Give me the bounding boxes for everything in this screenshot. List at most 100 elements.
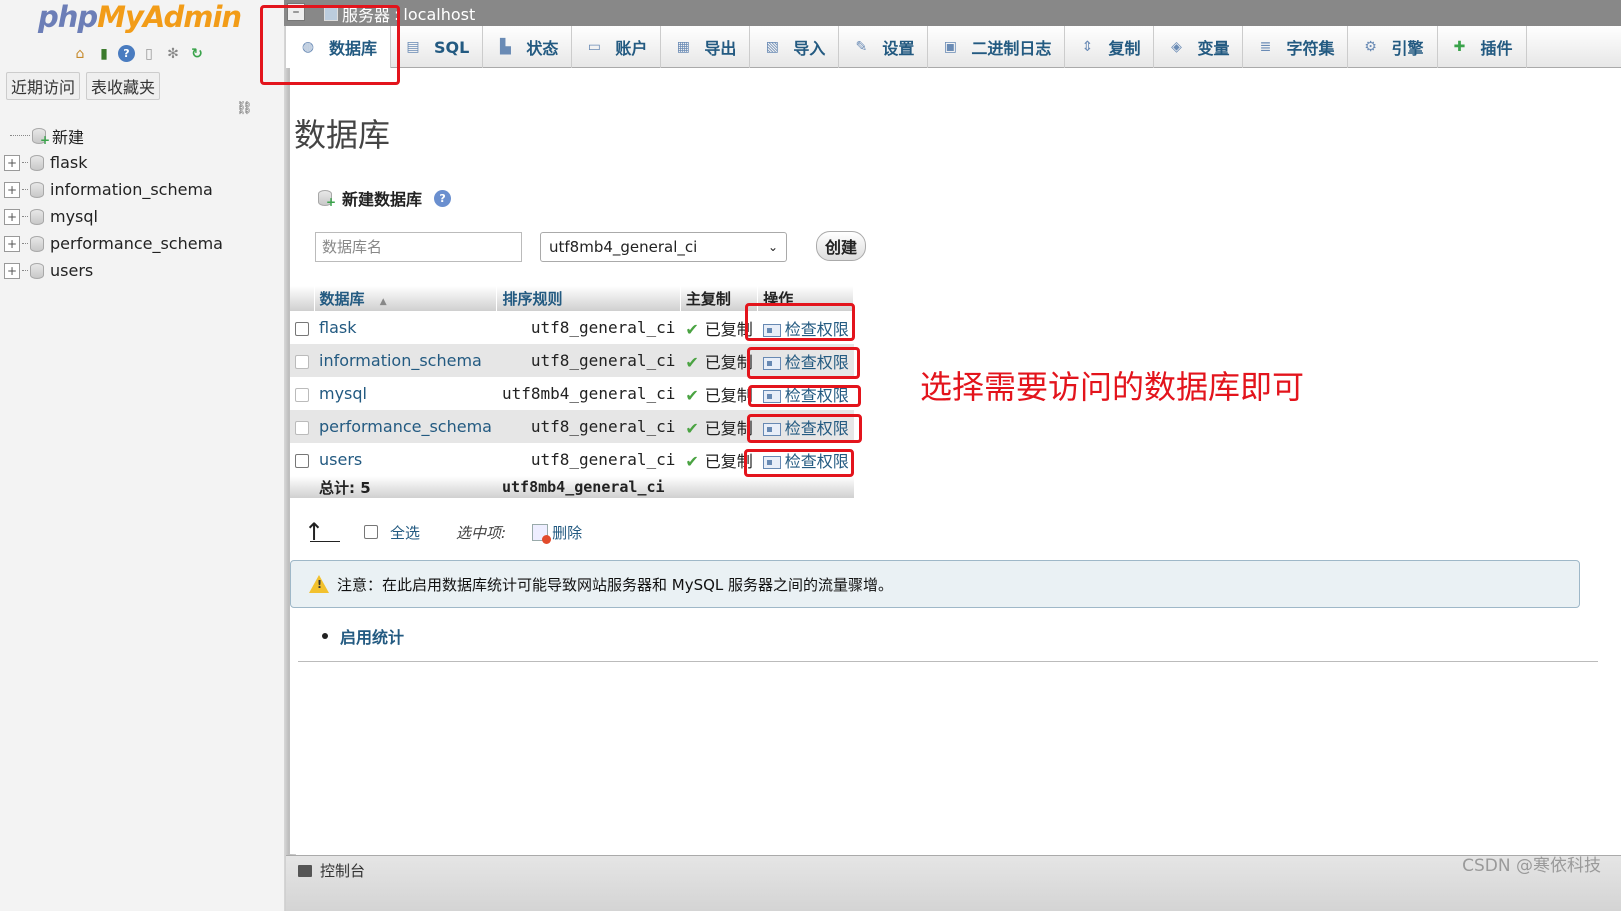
link-with-main-icon[interactable]: ⛓ bbox=[236, 101, 253, 116]
enable-statistics-link[interactable]: 启用统计 bbox=[340, 624, 404, 648]
binlog-icon: ▣ bbox=[943, 39, 958, 55]
tree-item-label[interactable]: users bbox=[50, 261, 93, 280]
accounts-icon: ▭ bbox=[587, 39, 601, 55]
tree-item-label[interactable]: performance_schema bbox=[50, 234, 223, 253]
create-database-heading: 新建数据库 ? bbox=[316, 186, 452, 210]
database-name-cell: users bbox=[314, 443, 497, 476]
help-icon[interactable]: ? bbox=[434, 189, 452, 207]
watermark: CSDN @寒依科技 bbox=[1462, 856, 1601, 876]
phpmyadmin-logo[interactable]: phpMyAdmin bbox=[38, 0, 242, 34]
expand-icon[interactable]: + bbox=[4, 235, 20, 252]
checkbox[interactable] bbox=[295, 321, 309, 336]
settings-icon[interactable]: ✻ bbox=[163, 45, 183, 63]
tree-connector bbox=[22, 243, 28, 244]
tree-item-label[interactable]: flask bbox=[50, 153, 87, 172]
database-name-cell: information_schema bbox=[314, 344, 497, 377]
tab-variables[interactable]: ◈ 变量 bbox=[1154, 26, 1244, 68]
select-all-checkbox[interactable] bbox=[364, 525, 378, 539]
status-icon: ▙ bbox=[499, 39, 511, 55]
row-checkbox[interactable] bbox=[290, 311, 314, 344]
recent-tab[interactable]: 近期访问 bbox=[6, 72, 81, 100]
collation-cell: utf8_general_ci bbox=[496, 344, 681, 377]
database-link[interactable]: flask bbox=[319, 318, 356, 337]
header-collation[interactable]: 排序规则 bbox=[496, 286, 681, 311]
tree-item-flask[interactable]: + flask bbox=[2, 149, 223, 176]
console-toggle[interactable]: 控制台 bbox=[298, 860, 365, 881]
bullet-icon bbox=[322, 633, 328, 639]
total-collation: utf8mb4_general_ci bbox=[496, 476, 681, 498]
divider bbox=[298, 661, 1598, 662]
tree-item-label[interactable]: mysql bbox=[50, 207, 98, 226]
engine-icon: ⚙ bbox=[1364, 39, 1377, 55]
database-icon bbox=[30, 208, 44, 225]
total-spacer bbox=[680, 476, 758, 498]
export-icon: ▦ bbox=[676, 39, 690, 55]
tree-item-label[interactable]: information_schema bbox=[50, 180, 213, 199]
delete-button[interactable]: 删除 bbox=[532, 522, 582, 544]
row-checkbox[interactable] bbox=[290, 410, 314, 443]
tab-replication[interactable]: ⇕ 复制 bbox=[1065, 26, 1155, 68]
tab-status[interactable]: ▙ 状态 bbox=[483, 26, 573, 68]
create-button[interactable]: 创建 bbox=[816, 231, 866, 261]
tab-accounts[interactable]: ▭ 账户 bbox=[572, 26, 662, 68]
collation-cell: utf8mb4_general_ci bbox=[496, 377, 681, 410]
expand-icon[interactable]: + bbox=[4, 181, 20, 198]
tree-connector bbox=[22, 162, 28, 163]
select-all-label[interactable]: 全选 bbox=[390, 522, 420, 543]
header-database[interactable]: 数据库 ▲ bbox=[314, 286, 498, 311]
total-spacer bbox=[290, 476, 314, 498]
tree-item-mysql[interactable]: + mysql bbox=[2, 203, 223, 230]
database-name-input[interactable] bbox=[315, 232, 522, 262]
sql-icon: ▤ bbox=[406, 39, 420, 55]
tab-settings[interactable]: ✎ 设置 bbox=[839, 26, 929, 68]
tree-item-users[interactable]: + users bbox=[2, 257, 223, 284]
annotation-text: 选择需要访问的数据库即可 bbox=[920, 368, 1305, 406]
tab-engines[interactable]: ⚙ 引擎 bbox=[1348, 26, 1438, 68]
tree-item-performance-schema[interactable]: + performance_schema bbox=[2, 230, 223, 257]
row-checkbox[interactable] bbox=[290, 344, 314, 377]
exit-icon[interactable]: ▮ bbox=[94, 45, 114, 63]
bulk-actions: ↑ 全选 选中项: 删除 bbox=[304, 518, 582, 546]
tree-item-new[interactable]: 新建 bbox=[2, 122, 223, 149]
server-breadcrumb-bar: – 服务器: localhost bbox=[284, 0, 1621, 26]
check-icon: ✔ bbox=[685, 451, 699, 471]
checkbox[interactable] bbox=[295, 453, 309, 468]
new-database-icon bbox=[32, 127, 50, 147]
sort-ascending-icon: ▲ bbox=[379, 297, 387, 307]
home-icon[interactable]: ⌂ bbox=[70, 45, 90, 63]
tab-binary-log[interactable]: ▣ 二进制日志 bbox=[928, 26, 1066, 68]
docs-icon[interactable]: ▯ bbox=[139, 45, 159, 63]
collation-select[interactable]: utf8mb4_general_ci ⌄ bbox=[540, 232, 787, 262]
database-icon bbox=[30, 181, 44, 198]
database-link[interactable]: performance_schema bbox=[319, 417, 492, 436]
charset-icon: ≣ bbox=[1259, 39, 1272, 55]
expand-icon[interactable]: + bbox=[4, 154, 20, 171]
tree-connector bbox=[22, 216, 28, 217]
tab-charsets[interactable]: ≣ 字符集 bbox=[1243, 26, 1349, 68]
database-link[interactable]: users bbox=[319, 450, 362, 469]
database-tree: 新建 + flask + information_schema + mysql … bbox=[2, 122, 223, 284]
collation-cell: utf8_general_ci bbox=[496, 443, 681, 476]
check-icon: ✔ bbox=[685, 352, 699, 372]
tree-item-information-schema[interactable]: + information_schema bbox=[2, 176, 223, 203]
quick-links: ⌂ ▮ ? ▯ ✻ ↻ bbox=[70, 45, 207, 63]
tab-sql[interactable]: ▤ SQL bbox=[391, 26, 484, 68]
annotation-box-privileges bbox=[747, 347, 860, 379]
database-link[interactable]: mysql bbox=[319, 384, 367, 403]
expand-icon[interactable]: + bbox=[4, 208, 20, 225]
row-checkbox[interactable] bbox=[290, 377, 314, 410]
tab-import[interactable]: ▧ 导入 bbox=[750, 26, 840, 68]
tab-export[interactable]: ▦ 导出 bbox=[661, 26, 751, 68]
expand-icon[interactable]: + bbox=[4, 262, 20, 279]
help-icon[interactable]: ? bbox=[118, 45, 135, 62]
reload-icon[interactable]: ↻ bbox=[187, 45, 207, 63]
notice-message: 注意：在此启用数据库统计可能导致网站服务器和 MySQL 服务器之间的流量骤增。 bbox=[290, 560, 1580, 608]
favorites-tab[interactable]: 表收藏夹 bbox=[86, 72, 161, 100]
database-link[interactable]: information_schema bbox=[319, 351, 482, 370]
tab-plugins[interactable]: ✚ 插件 bbox=[1438, 26, 1527, 68]
annotation-box-privileges bbox=[744, 449, 854, 477]
row-checkbox[interactable] bbox=[290, 443, 314, 476]
server-name[interactable]: localhost bbox=[403, 5, 475, 24]
navigation-sidebar: phpMyAdmin ⌂ ▮ ? ▯ ✻ ↻ 近期访问 表收藏夹 ⛓ 新建 + … bbox=[0, 0, 284, 911]
tree-item-label[interactable]: 新建 bbox=[52, 124, 84, 148]
